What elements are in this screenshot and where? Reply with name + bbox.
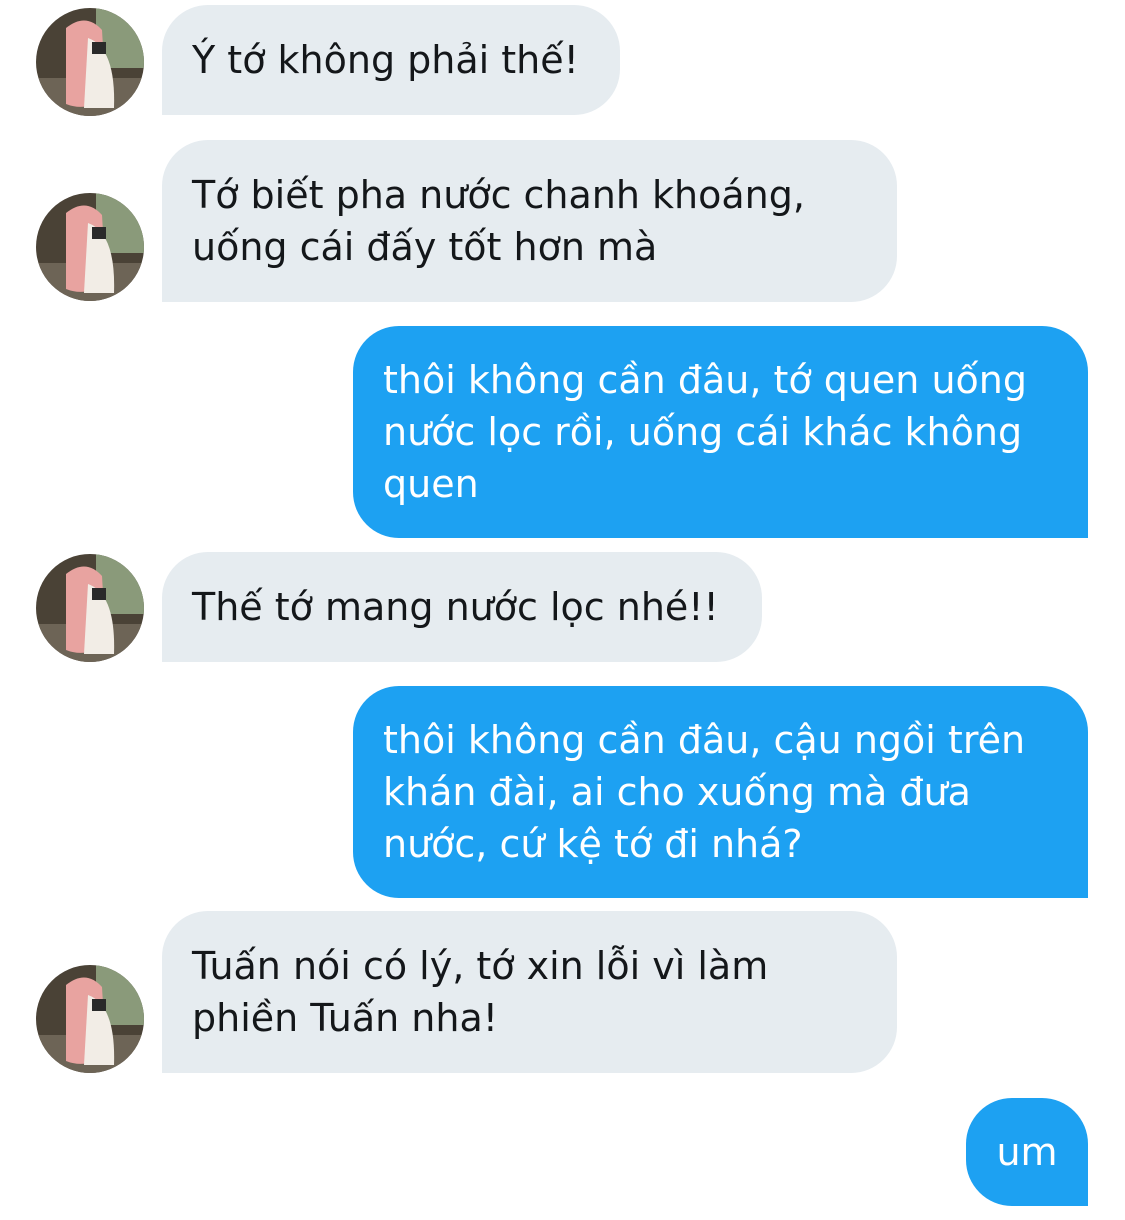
incoming-message-bubble[interactable]: Tớ biết pha nước chanh khoáng, uống cái … <box>162 140 897 302</box>
avatar[interactable] <box>36 8 144 116</box>
profile-photo-icon <box>36 554 144 662</box>
profile-photo-icon <box>36 8 144 116</box>
avatar[interactable] <box>36 193 144 301</box>
avatar[interactable] <box>36 965 144 1073</box>
outgoing-message-bubble[interactable]: thôi không cần đâu, tớ quen uống nước lọ… <box>353 326 1088 538</box>
incoming-message-bubble[interactable]: Ý tớ không phải thế! <box>162 5 620 115</box>
outgoing-message-bubble[interactable]: thôi không cần đâu, cậu ngồi trên khán đ… <box>353 686 1088 898</box>
incoming-message-bubble[interactable]: Tuấn nói có lý, tớ xin lỗi vì làm phiền … <box>162 911 897 1073</box>
profile-photo-icon <box>36 193 144 301</box>
incoming-message-bubble[interactable]: Thế tớ mang nước lọc nhé!! <box>162 552 762 662</box>
profile-photo-icon <box>36 965 144 1073</box>
outgoing-message-bubble[interactable]: um <box>966 1098 1088 1206</box>
avatar[interactable] <box>36 554 144 662</box>
